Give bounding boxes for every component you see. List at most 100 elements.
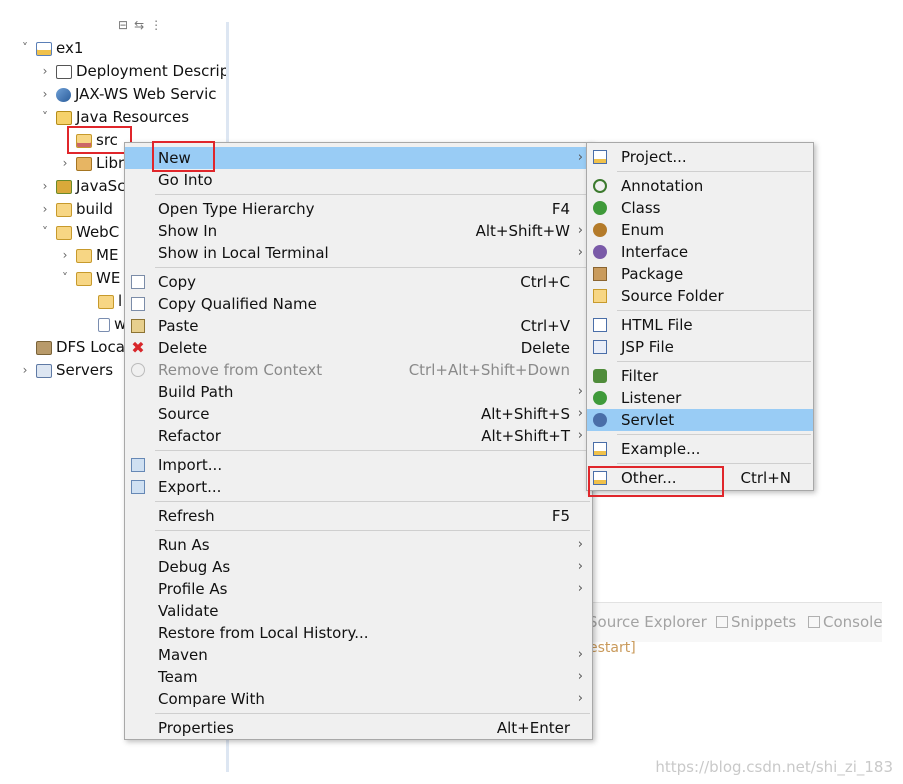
menu-item-new[interactable]: New › — [125, 147, 592, 169]
menu-item-export[interactable]: Export... — [125, 476, 592, 498]
paste-icon — [131, 319, 145, 333]
menu-item-compare-with[interactable]: Compare With › — [125, 688, 592, 710]
menu-item-label: Listener — [621, 389, 682, 407]
menu-item-label: Build Path — [158, 383, 234, 401]
tree-item-src[interactable]: src — [58, 129, 118, 152]
tree-item-deployment-descriptor[interactable]: › Deployment Descrip — [38, 60, 230, 83]
tree-item-label: DFS Loca — [56, 338, 125, 356]
chevron-down-icon[interactable]: ˅ — [38, 221, 52, 244]
menu-item-open-type-hierarchy[interactable]: Open Type Hierarchy F4 — [125, 198, 592, 220]
menu-item-show-in-local-terminal[interactable]: Show in Local Terminal › — [125, 242, 592, 264]
chevron-right-icon[interactable]: › — [58, 152, 72, 175]
tree-item-ex1[interactable]: ˅ ex1 — [18, 37, 83, 60]
tree-item-javascript-resources[interactable]: › JavaSc — [38, 175, 126, 198]
tab-source-explorer[interactable]: Source Explorer — [588, 613, 707, 631]
example-icon — [593, 442, 607, 456]
submenu-item-other[interactable]: Other... Ctrl+N — [587, 467, 813, 489]
tree-item-label: src — [96, 131, 118, 149]
chevron-right-icon[interactable]: › — [38, 198, 52, 221]
menu-item-restore-local-history[interactable]: Restore from Local History... — [125, 622, 592, 644]
chevron-right-icon[interactable]: › — [38, 175, 52, 198]
dfs-location-icon — [36, 340, 52, 355]
menu-item-copy[interactable]: Copy Ctrl+C — [125, 271, 592, 293]
submenu-item-html-file[interactable]: HTML File — [587, 314, 813, 336]
javascript-resources-icon — [56, 179, 72, 194]
console-icon — [808, 616, 820, 628]
menu-item-profile-as[interactable]: Profile As › — [125, 578, 592, 600]
view-menu-icon[interactable]: ⋮ — [150, 18, 162, 32]
tab-snippets[interactable]: Snippets — [716, 613, 796, 631]
chevron-down-icon[interactable]: ˅ — [38, 106, 52, 129]
servers-icon — [36, 363, 52, 378]
submenu-item-example[interactable]: Example... — [587, 438, 813, 460]
submenu-arrow-icon: › — [577, 223, 583, 238]
tree-item-web-xml[interactable]: w — [80, 313, 126, 336]
menu-item-refresh[interactable]: Refresh F5 — [125, 505, 592, 527]
menu-item-import[interactable]: Import... — [125, 454, 592, 476]
chevron-down-icon[interactable]: ˅ — [18, 37, 32, 60]
submenu-item-package[interactable]: Package — [587, 263, 813, 285]
link-with-editor-icon[interactable]: ⇆ — [134, 18, 144, 32]
submenu-item-filter[interactable]: Filter — [587, 365, 813, 387]
submenu-arrow-icon: › — [577, 245, 583, 260]
menu-item-copy-qualified-name[interactable]: Copy Qualified Name — [125, 293, 592, 315]
menu-item-debug-as[interactable]: Debug As › — [125, 556, 592, 578]
menu-separator — [155, 530, 590, 531]
menu-item-label: Other... — [621, 469, 677, 487]
tree-item-lib-folder[interactable]: l — [80, 290, 122, 313]
menu-item-refactor[interactable]: Refactor Alt+Shift+T › — [125, 425, 592, 447]
submenu-item-jsp-file[interactable]: JSP File — [587, 336, 813, 358]
menu-item-run-as[interactable]: Run As › — [125, 534, 592, 556]
tree-item-libraries[interactable]: › Libr — [58, 152, 125, 175]
folder-icon — [98, 294, 114, 309]
chevron-down-icon[interactable]: ˅ — [58, 267, 72, 290]
menu-item-label: Open Type Hierarchy — [158, 200, 315, 218]
submenu-item-project[interactable]: Project... — [587, 146, 813, 168]
submenu-item-class[interactable]: Class — [587, 197, 813, 219]
submenu-item-interface[interactable]: Interface — [587, 241, 813, 263]
collapse-all-icon[interactable]: ⊟ — [118, 18, 128, 32]
tree-item-label: ME — [96, 246, 119, 264]
submenu-item-annotation[interactable]: Annotation — [587, 175, 813, 197]
menu-item-label: Properties — [158, 719, 234, 737]
menu-item-source[interactable]: Source Alt+Shift+S › — [125, 403, 592, 425]
menu-item-properties[interactable]: Properties Alt+Enter — [125, 717, 592, 739]
menu-item-go-into[interactable]: Go Into — [125, 169, 592, 191]
tree-item-webcontent[interactable]: ˅ WebC — [38, 221, 119, 244]
tab-console[interactable]: Console — [808, 613, 883, 631]
tree-item-servers[interactable]: › Servers — [18, 359, 113, 382]
tree-item-meta-inf[interactable]: › ME — [58, 244, 119, 267]
menu-item-validate[interactable]: Validate — [125, 600, 592, 622]
tree-item-label: JAX-WS Web Servic — [75, 85, 217, 103]
menu-item-team[interactable]: Team › — [125, 666, 592, 688]
menu-item-label: Debug As — [158, 558, 231, 576]
submenu-item-source-folder[interactable]: Source Folder — [587, 285, 813, 307]
tree-item-java-resources[interactable]: ˅ Java Resources — [38, 106, 189, 129]
tree-item-build[interactable]: › build — [38, 198, 113, 221]
submenu-item-servlet[interactable]: Servlet — [587, 409, 813, 431]
interface-icon — [593, 245, 607, 259]
chevron-right-icon[interactable]: › — [18, 359, 32, 382]
jsp-file-icon — [593, 340, 607, 354]
menu-item-label: Team — [158, 668, 198, 686]
chevron-right-icon[interactable]: › — [58, 244, 72, 267]
new-submenu: Project... Annotation Class Enum Interfa… — [586, 142, 814, 497]
menu-item-label: Run As — [158, 536, 210, 554]
tree-item-web-inf[interactable]: ˅ WE — [58, 267, 120, 290]
submenu-item-enum[interactable]: Enum — [587, 219, 813, 241]
menu-item-build-path[interactable]: Build Path › — [125, 381, 592, 403]
menu-item-delete[interactable]: ✖ Delete Delete — [125, 337, 592, 359]
submenu-item-listener[interactable]: Listener — [587, 387, 813, 409]
chevron-right-icon[interactable]: › — [38, 83, 52, 106]
submenu-arrow-icon: › — [577, 559, 583, 574]
tree-item-dfs-locations[interactable]: DFS Loca — [18, 336, 125, 359]
menu-item-paste[interactable]: Paste Ctrl+V — [125, 315, 592, 337]
chevron-right-icon[interactable]: › — [38, 60, 52, 83]
menu-item-accelerator: Alt+Shift+T — [481, 427, 570, 445]
tree-item-label: Libr — [96, 154, 125, 172]
menu-item-show-in[interactable]: Show In Alt+Shift+W › — [125, 220, 592, 242]
submenu-arrow-icon: › — [577, 537, 583, 552]
tree-item-jaxws[interactable]: › JAX-WS Web Servic — [38, 83, 217, 106]
menu-item-maven[interactable]: Maven › — [125, 644, 592, 666]
submenu-arrow-icon: › — [577, 581, 583, 596]
